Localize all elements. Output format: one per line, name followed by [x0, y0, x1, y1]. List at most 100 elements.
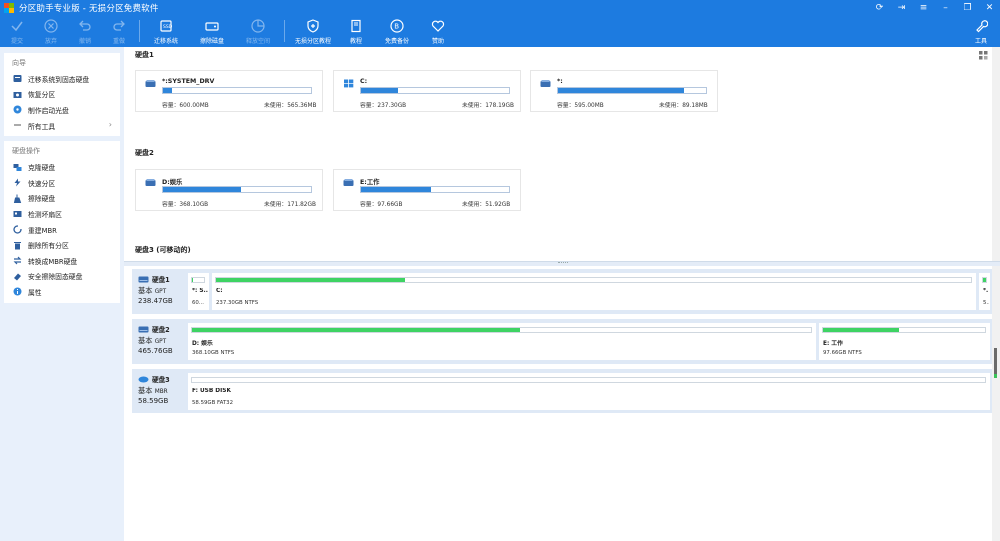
partition-segment[interactable]: C: 237.30GB NTFS	[212, 273, 976, 310]
disk-row[interactable]: 硬盘2 基本 GPT 465.76GB D: 娱乐 368.10GB NTFS …	[132, 319, 995, 364]
sidebar-item-check-bad-sectors[interactable]: 检测坏扇区	[4, 206, 120, 222]
sidebar-item-delete-all-partitions[interactable]: 删除所有分区	[4, 237, 120, 253]
svg-text:SSD: SSD	[163, 24, 173, 30]
wizard-panel: 向导 迁移系统到固态硬盘 恢复分区 制作启动光盘 所有工具 ›	[4, 53, 120, 137]
hard-disk-icon	[138, 326, 149, 333]
sidebar-item-clone-disk[interactable]: 克隆硬盘	[4, 159, 120, 175]
rebuild-icon	[13, 225, 22, 234]
usage-bar-fill	[163, 187, 242, 192]
usage-bar	[557, 87, 707, 94]
app-logo-icon	[4, 3, 14, 13]
wrench-icon	[974, 19, 988, 33]
sidebar-item-wipe-disk[interactable]: 擦除硬盘	[4, 191, 120, 207]
capacity-text: 容量：368.10GB	[162, 202, 209, 208]
redo-icon	[112, 19, 126, 33]
segment-usage-fill	[983, 278, 986, 282]
segment-usage-fill	[823, 328, 900, 332]
sidebar-item-quick-partition[interactable]: 快速分区	[4, 175, 120, 191]
wipe-disk-button[interactable]: 擦除磁盘	[189, 16, 235, 47]
disk2-title: 硬盘2	[135, 149, 154, 157]
sidebar-item-boot-disc[interactable]: 制作启动光盘	[4, 102, 120, 118]
tutorial-lossless-button[interactable]: 无损分区教程	[288, 16, 338, 47]
toolbar-separator	[139, 20, 140, 42]
migrate-os-button[interactable]: SSD 迁移系统	[143, 16, 189, 47]
partition-card[interactable]: E:工作 容量：97.66GB 未使用：51.92GB	[333, 169, 521, 211]
shield-icon	[306, 19, 320, 33]
sponsor-button[interactable]: 赞助	[420, 16, 456, 47]
sidebar-item-convert-mbr[interactable]: 转换成MBR硬盘	[4, 253, 120, 269]
sidebar-item-all-tools[interactable]: 所有工具 ›	[4, 118, 120, 134]
redo-button[interactable]: 重做	[102, 16, 136, 47]
sidebar-item-recover-partition[interactable]: 恢复分区	[4, 87, 120, 103]
clone-icon	[13, 163, 22, 172]
partition-segment[interactable]: *: S... 60...	[188, 273, 209, 310]
tutorial-button[interactable]: 教程	[338, 16, 374, 47]
overview-scrollbar[interactable]	[992, 47, 1000, 261]
disk-map-scrollbar[interactable]	[992, 266, 1000, 541]
free-space-button[interactable]: 释放空间	[235, 16, 281, 47]
close-button[interactable]: ✕	[983, 0, 996, 16]
partition-overview: 硬盘1 *:SYSTEM_DRV 容量：600.00MB 未使用：565.36M…	[124, 47, 992, 261]
window-title: 分区助手专业版 - 无损分区免费软件	[19, 4, 159, 14]
drive-icon	[145, 79, 156, 88]
partition-segment[interactable]: E: 工作 97.66GB NTFS	[819, 323, 990, 360]
refresh-icon[interactable]: ⟳	[873, 0, 886, 16]
sidebar-item-secure-erase-ssd[interactable]: 安全擦除固态硬盘	[4, 269, 120, 285]
capacity-text: 容量：97.66GB	[360, 202, 403, 208]
ssd-erase-icon	[13, 272, 22, 281]
backup-icon: B	[390, 19, 404, 33]
tools-icon	[13, 121, 22, 130]
drive-icon	[145, 178, 156, 187]
migrate-icon	[13, 74, 22, 83]
capacity-text: 容量：600.00MB	[162, 103, 209, 109]
commit-button[interactable]: 提交	[0, 16, 34, 47]
partition-card[interactable]: *:SYSTEM_DRV 容量：600.00MB 未使用：565.36MB	[135, 70, 323, 112]
free-text: 未使用：89.18MB	[659, 103, 708, 109]
free-backup-button[interactable]: B 免费备份	[374, 16, 420, 47]
trash-icon	[13, 241, 22, 250]
partition-segment[interactable]: D: 娱乐 368.10GB NTFS	[188, 323, 816, 360]
sidebar: 向导 迁移系统到固态硬盘 恢复分区 制作启动光盘 所有工具 › 硬盘操作 克隆硬…	[0, 47, 124, 541]
usage-bar	[162, 186, 312, 193]
usb-disk-icon	[138, 376, 149, 383]
drive-icon	[343, 178, 354, 187]
segment-usage-fill	[216, 278, 405, 282]
menu-icon[interactable]: ≡	[917, 0, 930, 16]
free-space-icon	[251, 19, 265, 33]
disk-row[interactable]: 硬盘1 基本 GPT 238.47GB *: S... 60... C: 237…	[132, 269, 995, 314]
partition-card[interactable]: *: 容量：595.00MB 未使用：89.18MB	[530, 70, 718, 112]
hard-disk-icon	[138, 276, 149, 283]
disk-ops-panel: 硬盘操作 克隆硬盘 快速分区 擦除硬盘 检测坏扇区 重建MBR 删除所有分区 转…	[4, 141, 120, 303]
disk3-title: 硬盘3 (可移动的)	[135, 246, 191, 254]
scrollbar-thumb[interactable]	[994, 348, 997, 376]
tools-button[interactable]: 工具	[964, 16, 998, 47]
disk-row[interactable]: 硬盘3 基本 MBR 58.59GB F: USB DISK 58.59GB F…	[132, 369, 995, 413]
disk-info: 硬盘1 基本 GPT 238.47GB	[138, 276, 173, 305]
sidebar-item-rebuild-mbr[interactable]: 重建MBR	[4, 222, 120, 238]
sidebar-item-properties[interactable]: 属性	[4, 284, 120, 300]
usage-bar-fill	[361, 88, 398, 93]
partition-card[interactable]: D:娱乐 容量：368.10GB 未使用：171.82GB	[135, 169, 323, 211]
cancel-icon	[44, 19, 58, 33]
view-toggle-icon[interactable]	[979, 51, 988, 60]
splitter-grip[interactable]	[558, 262, 568, 265]
partition-segment[interactable]: *. 5...	[979, 273, 990, 310]
capacity-text: 容量：595.00MB	[557, 103, 604, 109]
partition-segment[interactable]: F: USB DISK 58.59GB FAT32	[188, 373, 990, 410]
disk-ops-heading: 硬盘操作	[12, 147, 40, 156]
undo-button[interactable]: 撤销	[68, 16, 102, 47]
sidebar-item-migrate-os[interactable]: 迁移系统到固态硬盘	[4, 71, 120, 87]
free-text: 未使用：565.36MB	[264, 103, 317, 109]
discard-button[interactable]: 放弃	[34, 16, 68, 47]
undo-icon	[78, 19, 92, 33]
minimize-to-tray-icon[interactable]: ⇥	[895, 0, 908, 16]
minimize-button[interactable]: –	[939, 0, 952, 16]
boot-disc-icon	[13, 105, 22, 114]
restore-button[interactable]: ❐	[961, 0, 974, 16]
segment-usage-fill	[192, 278, 194, 282]
partition-card[interactable]: C: 容量：237.30GB 未使用：178.19GB	[333, 70, 521, 112]
recover-icon	[13, 90, 22, 99]
disk-info: 硬盘3 基本 MBR 58.59GB	[138, 376, 170, 405]
svg-text:B: B	[394, 23, 399, 31]
segment-usage-fill	[192, 328, 521, 332]
